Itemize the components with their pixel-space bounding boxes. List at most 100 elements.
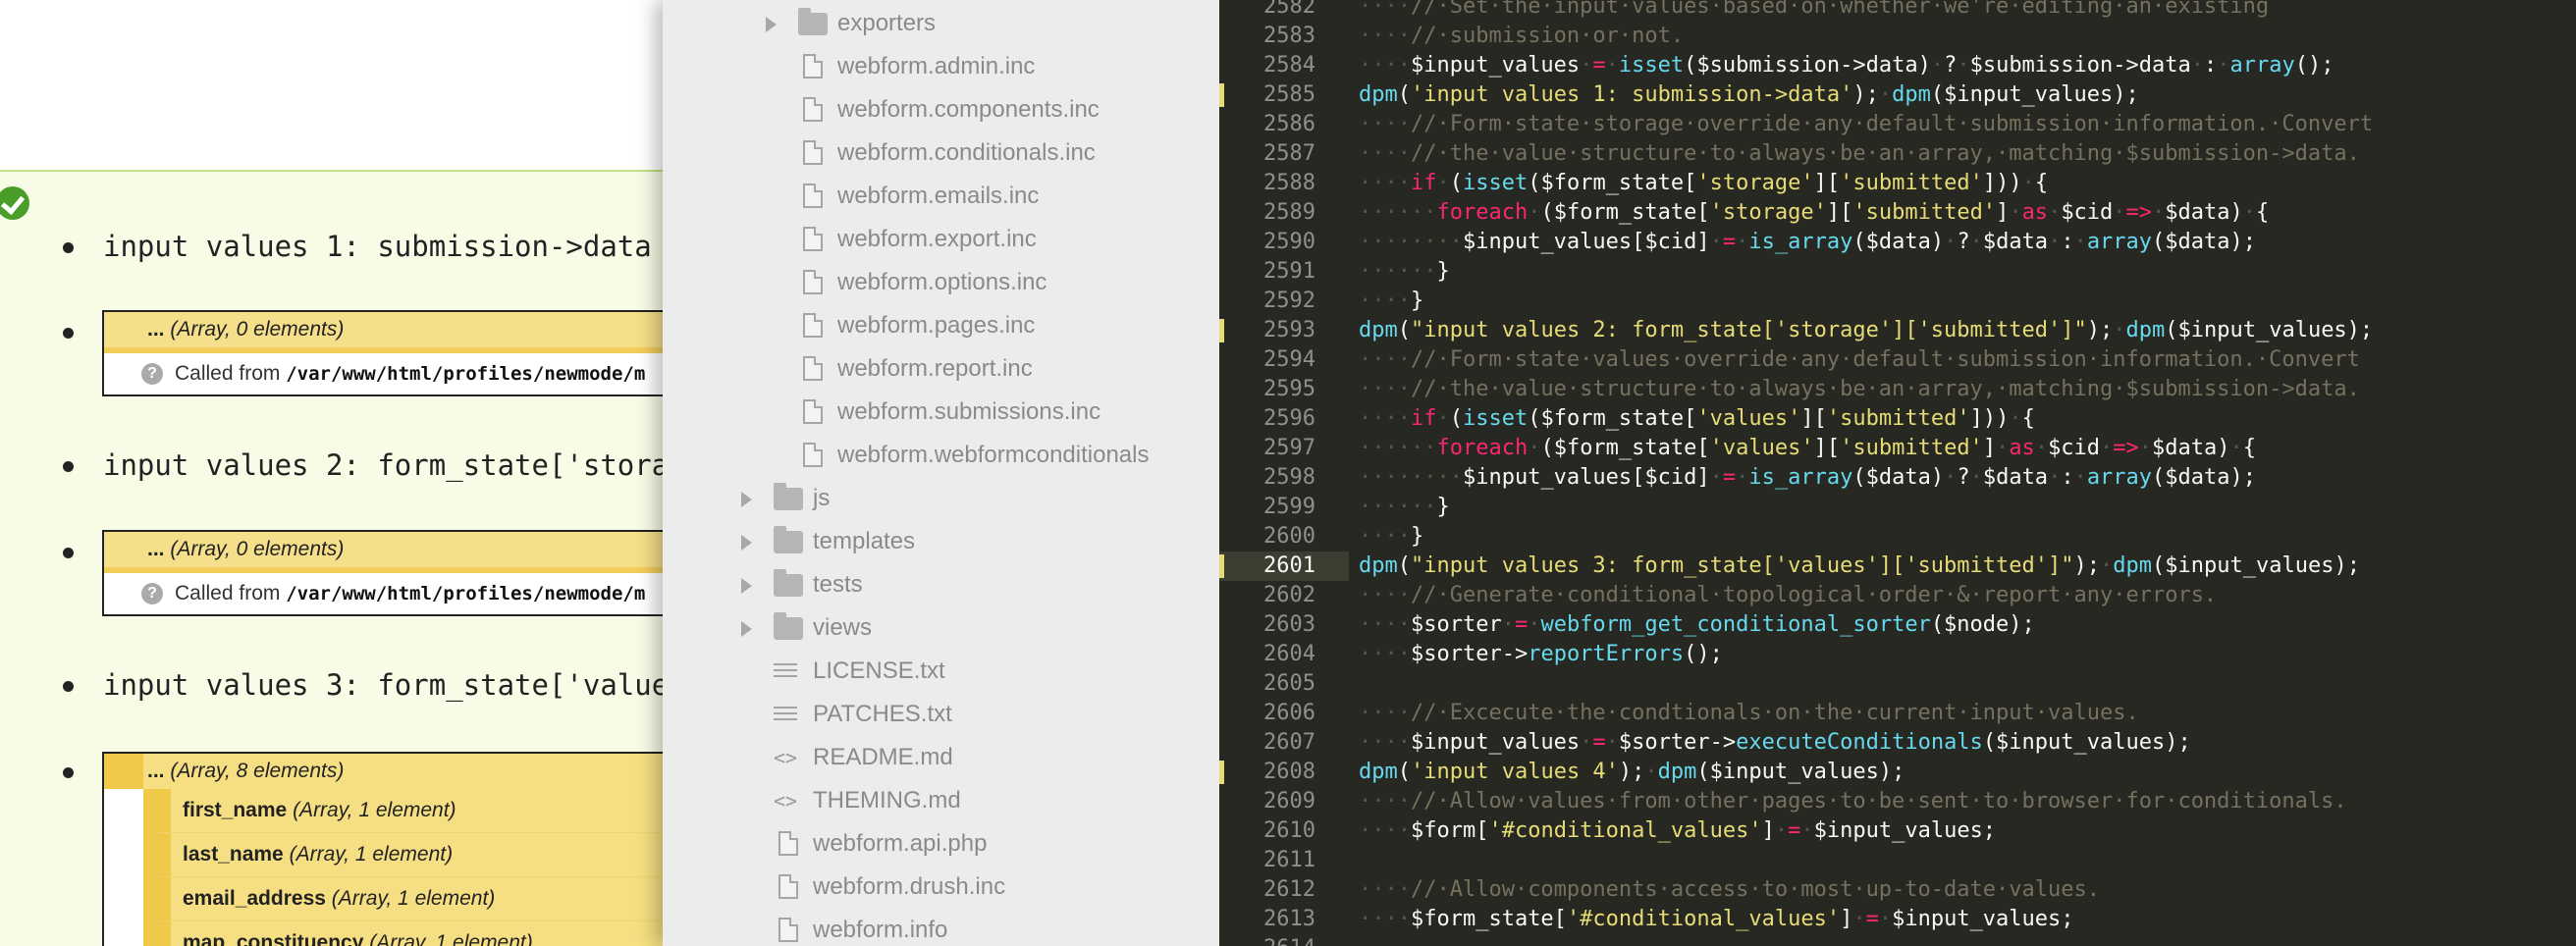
called-from-path: /var/www/html/profiles/newmode/m bbox=[286, 583, 646, 604]
line-number: 2594 bbox=[1263, 347, 1315, 372]
krumo-dump-expanded[interactable]: ... (Array, 8 elements) first_name (Arra… bbox=[102, 752, 663, 946]
code-line[interactable]: 2583 ····//·submission·or·not. bbox=[1219, 22, 2576, 51]
code-line[interactable]: 2599 ······} bbox=[1219, 493, 2576, 522]
code-line[interactable]: 2591 ······} bbox=[1219, 257, 2576, 287]
code-line[interactable]: 2603 ····$sorter·=·webform_get_conditiona… bbox=[1219, 610, 2576, 640]
tree-item[interactable]: webform.api.php bbox=[663, 822, 1219, 866]
code-line[interactable]: 2612 ····//·Allow·components·access·to·mo… bbox=[1219, 875, 2576, 905]
code-token: · bbox=[1736, 465, 1749, 490]
code-line[interactable]: 2601 dpm("input values 3: form_state['val… bbox=[1219, 552, 2576, 581]
debug-output-pane: input values 1: submission->data ... (Ar… bbox=[0, 0, 663, 946]
tree-item[interactable]: exporters bbox=[663, 2, 1219, 45]
tree-item[interactable]: webform.options.inc bbox=[663, 261, 1219, 304]
chevron-right-icon[interactable] bbox=[741, 621, 752, 637]
krumo-child-row[interactable]: last_name (Array, 1 element) bbox=[143, 833, 663, 877]
tree-item[interactable]: webform.webformconditionals bbox=[663, 434, 1219, 477]
tree-item[interactable]: webform.admin.inc bbox=[663, 45, 1219, 88]
code-token: ···· bbox=[1359, 141, 1411, 166]
code-line[interactable]: 2587 ····//·the·value·structure·to·always… bbox=[1219, 139, 2576, 169]
tree-item[interactable]: tests bbox=[663, 563, 1219, 606]
tree-item-label: LICENSE.txt bbox=[813, 657, 945, 684]
code-text: ····//·the·value·structure·to·always·be·… bbox=[1359, 375, 2360, 404]
tree-item[interactable]: views bbox=[663, 606, 1219, 650]
tree-item[interactable]: webform.conditionals.inc bbox=[663, 131, 1219, 175]
code-line[interactable]: 2592 ····} bbox=[1219, 287, 2576, 316]
krumo-child-row[interactable]: map_constituency (Array, 1 element) bbox=[143, 921, 663, 946]
code-token: ($data) bbox=[1852, 230, 1945, 254]
code-line[interactable]: 2609 ····//·Allow·values·from·other·pages… bbox=[1219, 787, 2576, 816]
code-line[interactable]: 2584 ····$input_values·=·isset($submissio… bbox=[1219, 51, 2576, 80]
code-line[interactable]: 2598 ········$input_values[$cid]·=·is_arr… bbox=[1219, 463, 2576, 493]
code-line[interactable]: 2608 dpm('input values 4');·dpm($input_va… bbox=[1219, 758, 2576, 787]
tree-item[interactable]: templates bbox=[663, 520, 1219, 563]
code-line[interactable]: 2602 ····//·Generate·conditional·topologi… bbox=[1219, 581, 2576, 610]
chevron-right-icon[interactable] bbox=[766, 17, 777, 32]
code-token: · bbox=[1528, 612, 1541, 637]
code-token: ······ bbox=[1359, 495, 1437, 519]
code-line[interactable]: 2593 dpm("input values 2: form_state['sto… bbox=[1219, 316, 2576, 345]
krumo-header[interactable]: ... (Array, 0 elements) bbox=[104, 532, 663, 573]
code-line[interactable]: 2585 dpm('input values 1: submission->dat… bbox=[1219, 80, 2576, 110]
krumo-child-row[interactable]: email_address (Array, 1 element) bbox=[143, 877, 663, 921]
code-line[interactable]: 2605 bbox=[1219, 669, 2576, 699]
code-line[interactable]: 2589 ······foreach·($form_state['storage'… bbox=[1219, 198, 2576, 228]
code-line[interactable]: 2596 ····if·(isset($form_state['values'][… bbox=[1219, 404, 2576, 434]
tree-item[interactable]: LICENSE.txt bbox=[663, 650, 1219, 693]
code-line[interactable]: 2606 ····//·Excecute·the·condtionals·on·t… bbox=[1219, 699, 2576, 728]
tree-item[interactable]: webform.emails.inc bbox=[663, 175, 1219, 218]
code-token: ···· bbox=[1359, 53, 1411, 78]
code-line[interactable]: 2590 ········$input_values[$cid]·=·is_arr… bbox=[1219, 228, 2576, 257]
code-line[interactable]: 2604 ····$sorter->reportErrors(); bbox=[1219, 640, 2576, 669]
tree-item[interactable]: PATCHES.txt bbox=[663, 693, 1219, 736]
code-line[interactable]: 2597 ······foreach·($form_state['values']… bbox=[1219, 434, 2576, 463]
line-number: 2597 bbox=[1263, 436, 1315, 460]
tree-item[interactable]: webform.report.inc bbox=[663, 347, 1219, 391]
code-line[interactable]: 2595 ····//·the·value·structure·to·always… bbox=[1219, 375, 2576, 404]
code-token: //·Form·state·storage·override·any·defau… bbox=[1410, 112, 2374, 136]
krumo-header[interactable]: ... (Array, 8 elements) bbox=[104, 754, 663, 789]
tree-item[interactable]: <> THEMING.md bbox=[663, 779, 1219, 822]
chevron-right-icon[interactable] bbox=[741, 578, 752, 594]
chevron-right-icon[interactable] bbox=[741, 535, 752, 551]
tree-item[interactable]: <> README.md bbox=[663, 736, 1219, 779]
code-token: · bbox=[2229, 436, 2243, 460]
tree-item[interactable]: webform.submissions.inc bbox=[663, 391, 1219, 434]
code-line[interactable]: 2611 bbox=[1219, 846, 2576, 875]
code-token: '#conditional_values' bbox=[1488, 818, 1762, 843]
code-token: ( bbox=[1397, 760, 1411, 784]
code-token: { bbox=[2242, 436, 2257, 460]
tree-item[interactable]: webform.drush.inc bbox=[663, 866, 1219, 909]
code-token: ···· bbox=[1359, 406, 1411, 431]
code-editor[interactable]: 2582 ····//·Set·the·input·values·based·on… bbox=[1219, 0, 2576, 946]
krumo-dump[interactable]: ... (Array, 0 elements) ? Called from /v… bbox=[102, 310, 663, 396]
tree-item[interactable]: webform.export.inc bbox=[663, 218, 1219, 261]
code-line[interactable]: 2607 ····$input_values·=·$sorter->execute… bbox=[1219, 728, 2576, 758]
code-token: · bbox=[2113, 200, 2126, 225]
chevron-right-icon[interactable] bbox=[741, 492, 752, 507]
line-number: 2606 bbox=[1263, 701, 1315, 725]
krumo-called-from: ? Called from /var/www/html/profiles/new… bbox=[104, 573, 663, 614]
line-number: 2588 bbox=[1263, 171, 1315, 195]
code-line[interactable]: 2586 ····//·Form·state·storage·override·a… bbox=[1219, 110, 2576, 139]
code-line[interactable]: 2614 bbox=[1219, 934, 2576, 946]
code-line[interactable]: 2588 ····if·(isset($form_state['storage']… bbox=[1219, 169, 2576, 198]
tree-item-label: tests bbox=[813, 571, 863, 598]
list-bullet bbox=[63, 242, 74, 253]
code-text: ····$sorter·=·webform_get_conditional_so… bbox=[1359, 610, 2035, 640]
tree-item[interactable]: webform.info bbox=[663, 909, 1219, 946]
code-line[interactable]: 2600 ····} bbox=[1219, 522, 2576, 552]
tree-item[interactable]: webform.components.inc bbox=[663, 88, 1219, 131]
tree-item[interactable]: js bbox=[663, 477, 1219, 520]
krumo-child-row[interactable]: first_name (Array, 1 element) bbox=[143, 789, 663, 833]
code-line[interactable]: 2610 ····$form['#conditional_values']·=·$… bbox=[1219, 816, 2576, 846]
code-token: ···· bbox=[1359, 701, 1411, 725]
code-line[interactable]: 2594 ····//·Form·state·values·override·an… bbox=[1219, 345, 2576, 375]
code-token: ······ bbox=[1359, 259, 1437, 284]
file-tree-sidebar[interactable]: exporters webform.admin.inc webform.compon… bbox=[663, 0, 1219, 946]
code-line[interactable]: 2613 ····$form_state['#conditional_values… bbox=[1219, 905, 2576, 934]
tree-item[interactable]: webform.pages.inc bbox=[663, 304, 1219, 347]
krumo-header[interactable]: ... (Array, 0 elements) bbox=[104, 312, 663, 353]
krumo-dump[interactable]: ... (Array, 0 elements) ? Called from /v… bbox=[102, 530, 663, 616]
line-number: 2583 bbox=[1263, 24, 1315, 48]
code-line[interactable]: 2582 ····//·Set·the·input·values·based·on… bbox=[1219, 0, 2576, 22]
